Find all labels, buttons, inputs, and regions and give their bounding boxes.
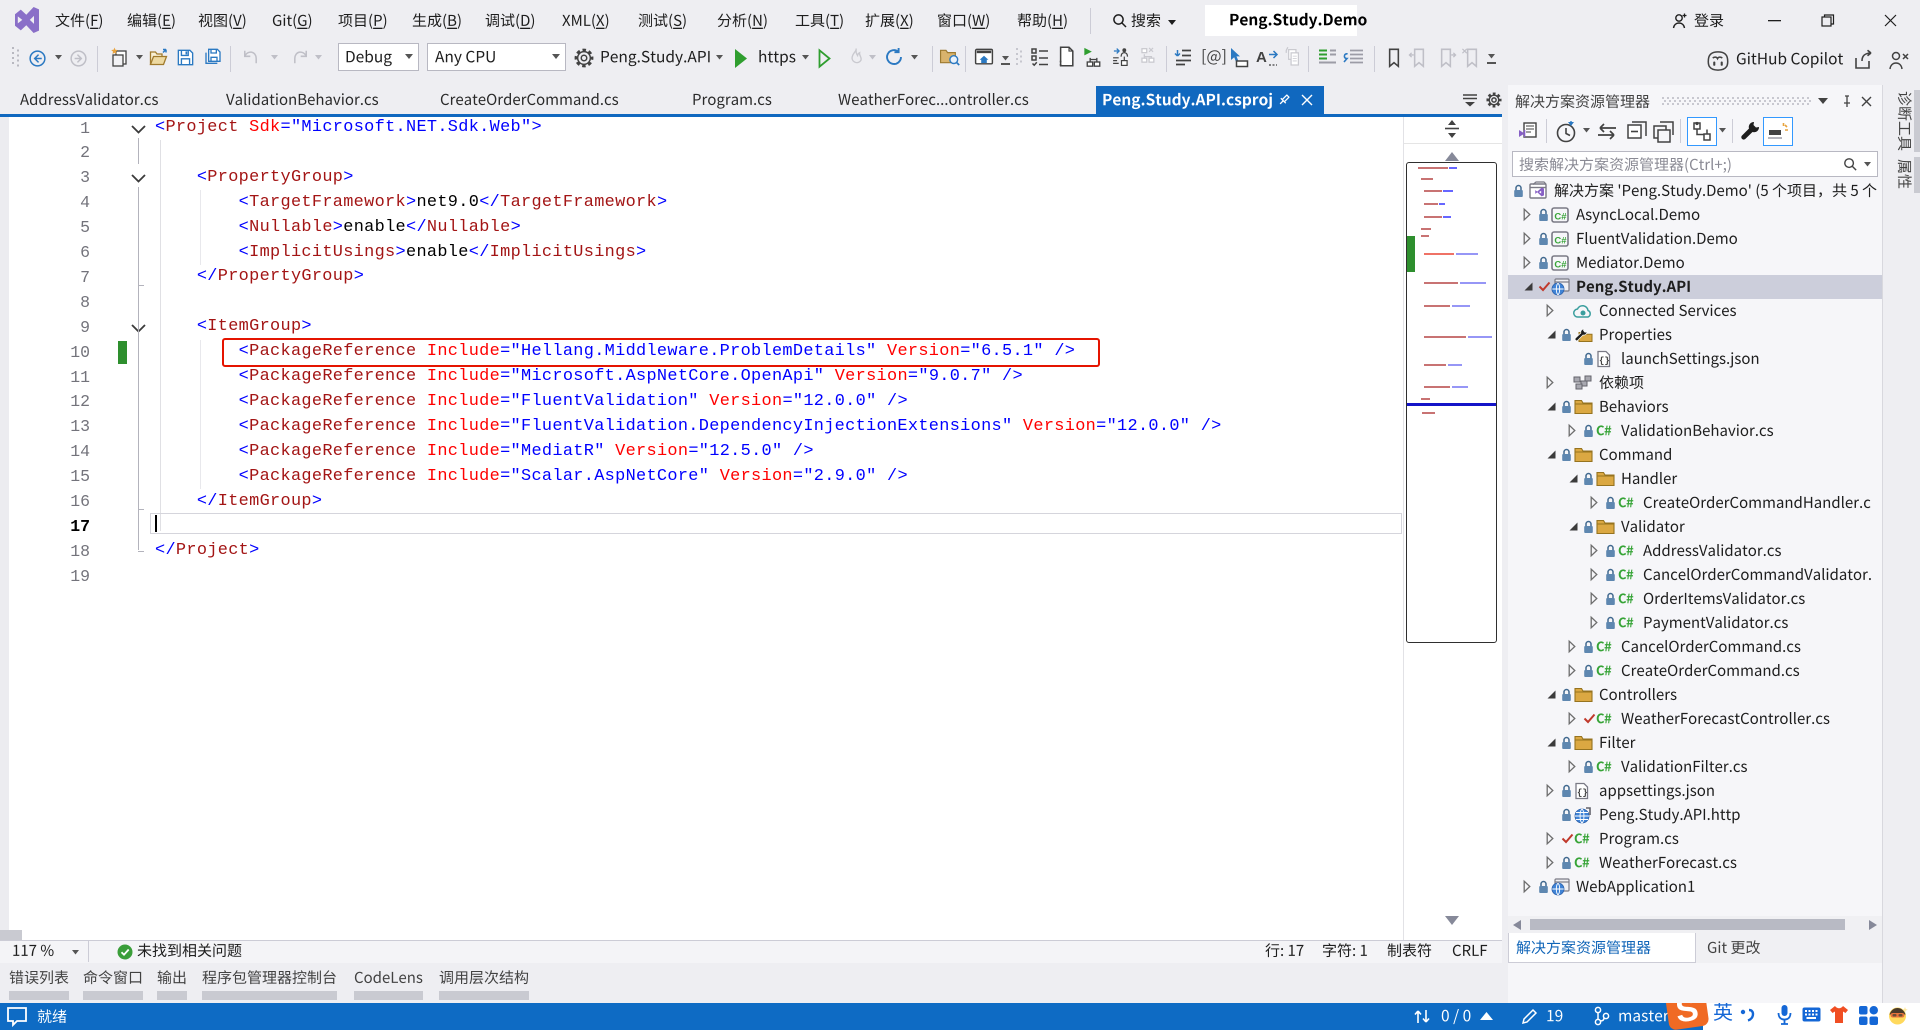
svg-text:C#: C# bbox=[1554, 260, 1567, 271]
svg-text:{}: {} bbox=[1599, 356, 1610, 366]
svg-text:{}: {} bbox=[1577, 788, 1588, 798]
svg-text:A: A bbox=[1256, 49, 1267, 66]
svg-text:C#: C# bbox=[1554, 212, 1567, 223]
svg-text:C#: C# bbox=[1554, 236, 1567, 247]
